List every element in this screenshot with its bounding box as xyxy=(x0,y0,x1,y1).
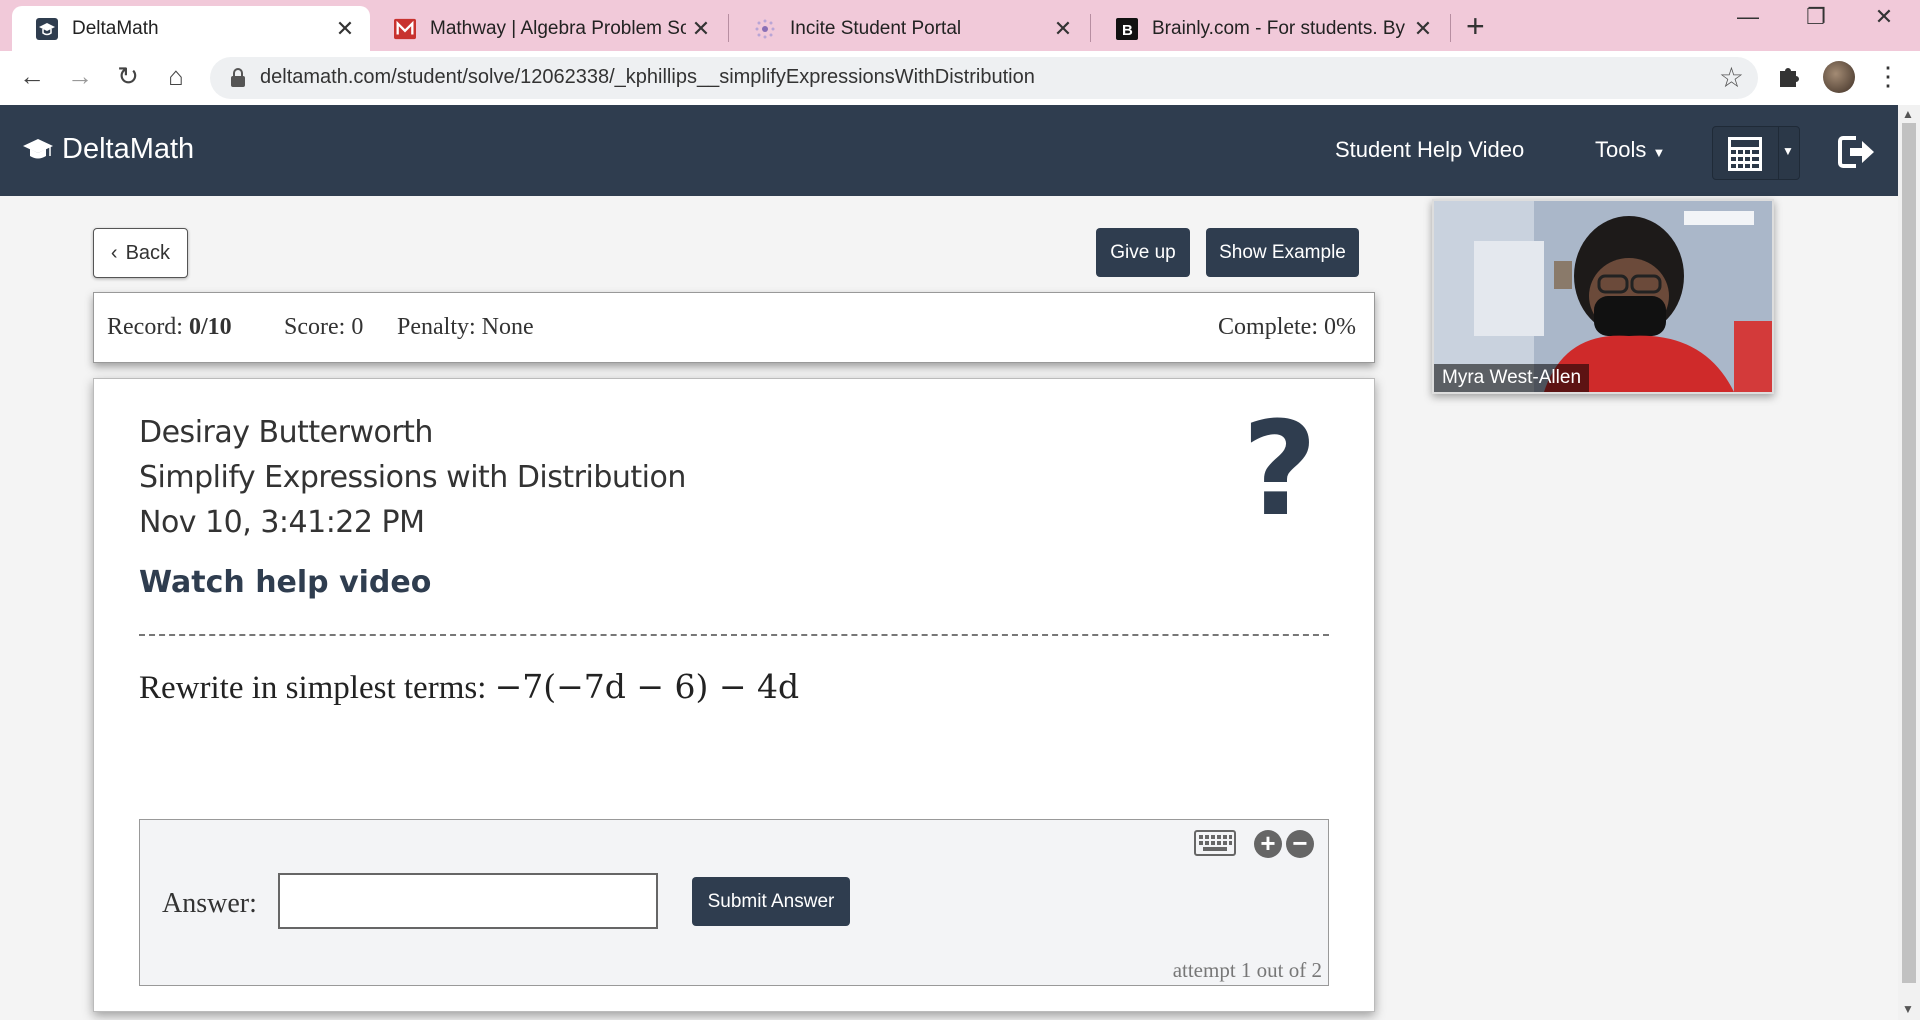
forward-arrow-icon[interactable]: → xyxy=(60,61,100,92)
problem-card: Desiray Butterworth Simplify Expressions… xyxy=(93,378,1375,1012)
deltamath-favicon-icon xyxy=(36,17,58,40)
problem-timestamp: Nov 10, 3:41:22 PM xyxy=(139,505,425,540)
home-icon[interactable]: ⌂ xyxy=(156,61,196,92)
calculator-icon xyxy=(1728,137,1762,171)
back-button[interactable]: ‹ Back xyxy=(93,228,188,278)
address-bar[interactable]: deltamath.com/student/solve/12062338/_kp… xyxy=(210,57,1758,99)
mathway-favicon-icon xyxy=(394,18,416,40)
problem-prompt: Rewrite in simplest terms: −7(−7d − 6) −… xyxy=(139,667,799,707)
url-text: deltamath.com/student/solve/12062338/_kp… xyxy=(260,66,1035,88)
record-label: Record: xyxy=(107,314,183,340)
lock-icon xyxy=(228,67,248,89)
minimize-icon[interactable]: — xyxy=(1718,4,1778,30)
give-up-button[interactable]: Give up xyxy=(1096,228,1190,277)
tools-label: Tools xyxy=(1595,137,1647,162)
penalty-stat: Penalty: None xyxy=(397,314,534,340)
record-stat: Record: 0/10 xyxy=(107,314,232,341)
participant-name: Myra West-Allen xyxy=(1434,364,1590,392)
restore-icon[interactable]: ❐ xyxy=(1786,4,1846,30)
score-stat: Score: 0 xyxy=(284,314,364,340)
answer-label: Answer: xyxy=(162,888,257,919)
calculator-button[interactable]: ▼ xyxy=(1712,126,1800,180)
watch-help-video-link[interactable]: Watch help video xyxy=(139,565,431,600)
calculator-caret-icon[interactable]: ▼ xyxy=(1782,144,1794,158)
tab-title: Incite Student Portal xyxy=(790,17,962,39)
close-tab-icon[interactable]: ✕ xyxy=(1048,16,1078,42)
page-scrollbar[interactable]: ▲ ▼ xyxy=(1898,105,1920,1020)
tab-mathway[interactable]: Mathway | Algebra Problem Solv ✕ xyxy=(370,6,726,51)
extensions-puzzle-icon[interactable] xyxy=(1776,63,1802,96)
answer-input[interactable] xyxy=(278,873,658,929)
calculator-divider xyxy=(1778,127,1779,179)
close-tab-icon[interactable]: ✕ xyxy=(686,16,716,42)
logo-text: DeltaMath xyxy=(62,133,195,165)
incite-favicon-icon xyxy=(754,18,776,40)
student-name: Desiray Butterworth xyxy=(139,415,433,450)
tab-title: Mathway | Algebra Problem Solv xyxy=(430,17,686,39)
scroll-up-icon[interactable]: ▲ xyxy=(1902,107,1914,121)
submit-answer-button[interactable]: Submit Answer xyxy=(692,877,850,926)
tab-title: DeltaMath xyxy=(72,17,159,39)
record-bar: Record: 0/10 Score: 0 Penalty: None Comp… xyxy=(93,292,1375,363)
prompt-text: Rewrite in simplest terms: xyxy=(139,670,487,706)
graduation-cap-icon xyxy=(23,138,53,158)
tab-separator xyxy=(728,14,729,42)
back-arrow-icon[interactable]: ← xyxy=(12,61,52,92)
bookmark-star-icon[interactable]: ☆ xyxy=(1719,61,1744,94)
tab-title: Brainly.com - For students. By stu xyxy=(1152,17,1408,39)
zoom-in-icon[interactable]: + xyxy=(1254,830,1282,858)
tools-menu[interactable]: Tools ▼ xyxy=(1595,137,1665,163)
question-mark-icon[interactable]: ? xyxy=(1242,404,1317,534)
svg-text:B: B xyxy=(1122,22,1133,39)
logout-icon[interactable] xyxy=(1838,135,1876,169)
tab-separator xyxy=(1090,14,1091,42)
scrollbar-thumb[interactable] xyxy=(1902,123,1916,983)
answer-panel: + − Answer: Submit Answer attempt 1 out … xyxy=(139,819,1329,986)
divider xyxy=(139,634,1329,636)
browser-menu-icon[interactable]: ⋮ xyxy=(1875,61,1901,92)
new-tab-icon[interactable]: + xyxy=(1466,8,1485,45)
deltamath-logo[interactable]: DeltaMath xyxy=(22,133,194,166)
zoom-out-icon[interactable]: − xyxy=(1286,830,1314,858)
close-window-icon[interactable]: ✕ xyxy=(1854,4,1914,30)
reload-icon[interactable]: ↻ xyxy=(108,61,148,92)
tab-incite[interactable]: Incite Student Portal ✕ xyxy=(730,6,1088,51)
problem-expression: −7(−7d − 6) − 4d xyxy=(494,667,800,706)
show-example-button[interactable]: Show Example xyxy=(1206,228,1359,277)
tab-separator xyxy=(1450,14,1451,42)
video-call-tile[interactable]: Myra West-Allen xyxy=(1432,199,1774,394)
profile-avatar[interactable] xyxy=(1823,61,1855,93)
browser-toolbar: ← → ↻ ⌂ deltamath.com/student/solve/1206… xyxy=(0,51,1920,105)
close-tab-icon[interactable]: ✕ xyxy=(330,16,360,42)
browser-tab-bar: DeltaMath ✕ Mathway | Algebra Problem So… xyxy=(0,0,1920,51)
close-tab-icon[interactable]: ✕ xyxy=(1408,16,1438,42)
student-help-video-link[interactable]: Student Help Video xyxy=(1335,137,1524,163)
back-label: Back xyxy=(125,241,171,264)
tab-brainly[interactable]: B Brainly.com - For students. By stu ✕ xyxy=(1092,6,1448,51)
deltamath-header: DeltaMath Student Help Video Tools ▼ ▼ xyxy=(0,105,1898,196)
tab-deltamath[interactable]: DeltaMath ✕ xyxy=(12,6,370,51)
caret-down-icon: ▼ xyxy=(1652,145,1666,160)
complete-stat: Complete: 0% xyxy=(1218,314,1356,340)
chevron-left-icon: ‹ xyxy=(110,241,118,264)
scroll-down-icon[interactable]: ▼ xyxy=(1902,1002,1914,1016)
attempt-counter: attempt 1 out of 2 xyxy=(1172,958,1322,982)
keyboard-icon[interactable] xyxy=(1194,830,1236,856)
assignment-title: Simplify Expressions with Distribution xyxy=(139,460,686,495)
brainly-favicon-icon: B xyxy=(1116,17,1138,40)
record-value: 0/10 xyxy=(188,314,232,340)
